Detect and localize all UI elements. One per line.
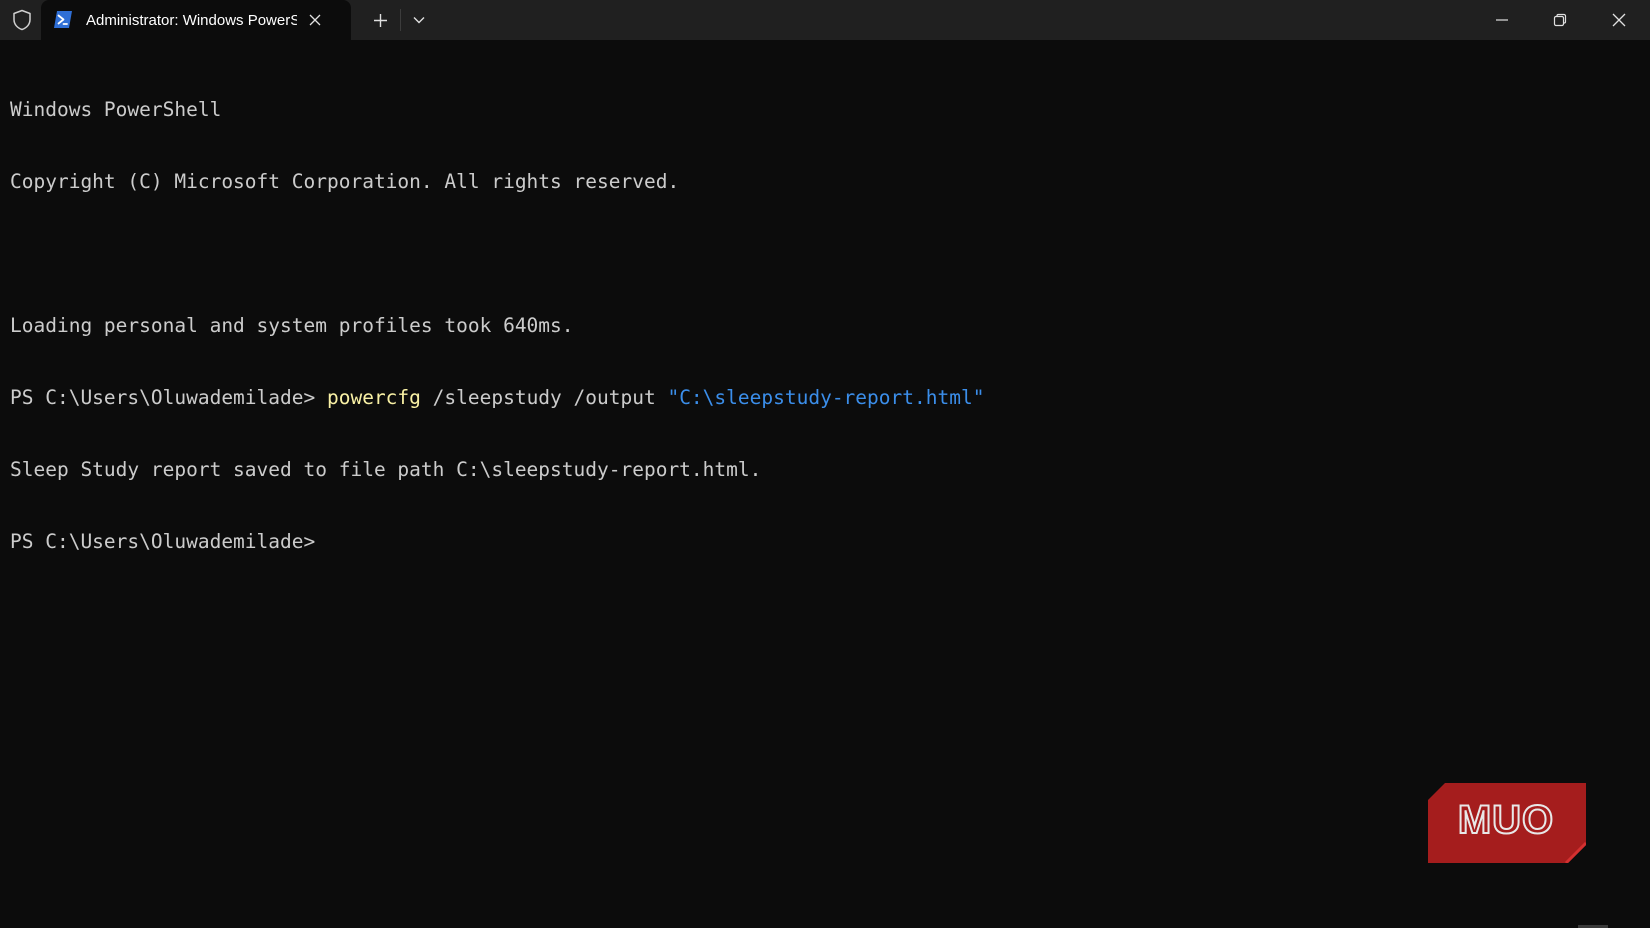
- restore-button[interactable]: [1531, 0, 1589, 40]
- command-line: PS C:\Users\Oluwademilade> powercfg /sle…: [10, 386, 1640, 410]
- command-name: powercfg: [326, 386, 421, 409]
- prompt: PS C:\Users\Oluwademilade>: [10, 386, 327, 409]
- prompt: PS C:\Users\Oluwademilade>: [10, 530, 316, 553]
- muo-watermark-logo: MUO: [1428, 783, 1588, 865]
- terminal-line: Copyright (C) Microsoft Corporation. All…: [10, 170, 680, 193]
- title-bar: Administrator: Windows PowerShell: [0, 0, 1650, 40]
- close-window-button[interactable]: [1590, 0, 1648, 40]
- tab-dropdown-button[interactable]: [407, 8, 431, 32]
- chevron-down-icon: [413, 17, 425, 24]
- close-icon[interactable]: [305, 10, 325, 30]
- restore-icon: [1553, 13, 1567, 27]
- powershell-icon: [53, 10, 73, 29]
- tab-powershell[interactable]: Administrator: Windows PowerShell: [41, 0, 351, 40]
- logo-text: MUO: [1458, 798, 1554, 842]
- command-output: Sleep Study report saved to file path C:…: [10, 458, 762, 481]
- terminal-line: Windows PowerShell: [10, 98, 222, 121]
- plus-icon: [373, 13, 387, 27]
- new-tab-button[interactable]: [367, 8, 393, 32]
- current-prompt-line: PS C:\Users\Oluwademilade>: [10, 530, 1640, 554]
- minimize-button[interactable]: [1473, 0, 1531, 40]
- command-string: "C:\sleepstudy-report.html": [667, 386, 985, 409]
- terminal-line: Loading personal and system profiles too…: [10, 314, 574, 337]
- minimize-icon: [1496, 19, 1508, 21]
- close-icon: [1612, 13, 1626, 27]
- tab-separator: [400, 9, 401, 31]
- shield-icon: [10, 9, 34, 31]
- tab-title: Administrator: Windows PowerShell: [86, 12, 297, 29]
- terminal-output[interactable]: Windows PowerShell Copyright (C) Microso…: [10, 50, 1640, 880]
- command-args: /sleepstudy /output: [420, 386, 668, 409]
